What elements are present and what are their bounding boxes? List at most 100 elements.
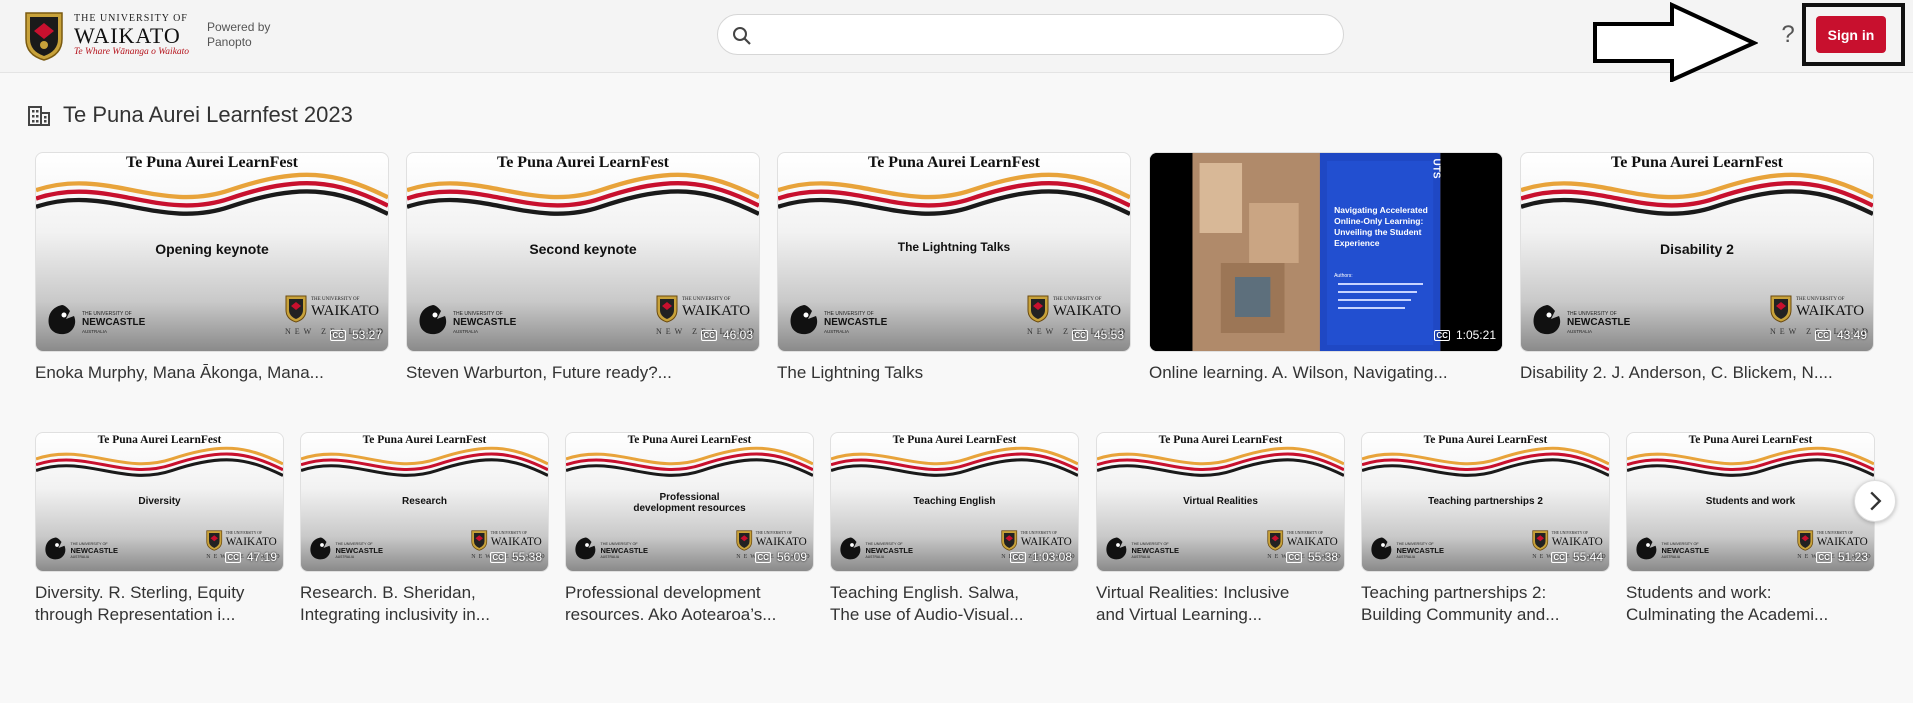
video-thumbnail[interactable]: Te Puna Aurei LearnFest Opening keynote T… xyxy=(35,152,389,352)
video-thumbnail[interactable]: Te Puna Aurei LearnFest Virtual Realities… xyxy=(1096,432,1345,572)
duration-badge: CC 1:05:21 xyxy=(1434,328,1496,342)
session-label: Disability 2 xyxy=(1660,241,1734,257)
video-thumbnail[interactable]: UTS Navigating Accelerated Online-Only Le… xyxy=(1149,152,1503,352)
video-title-link[interactable]: Research. B. Sheridan, Integrating inclu… xyxy=(300,582,549,626)
closed-captions-icon: CC xyxy=(1434,330,1450,341)
video-title-link[interactable]: Professional development resources. Ako … xyxy=(565,582,814,626)
video-title-link[interactable]: Enoka Murphy, Mana Ākonga, Mana... xyxy=(35,362,389,384)
video-title-link[interactable]: Students and work: Culminating the Acade… xyxy=(1626,582,1875,626)
closed-captions-icon: CC xyxy=(330,330,346,341)
duration-badge: CC 55:38 xyxy=(490,550,542,564)
video-card[interactable]: Te Puna Aurei LearnFest Disability 2 THE … xyxy=(1520,152,1874,384)
session-label: Professional development resources xyxy=(633,491,746,515)
video-thumbnail[interactable]: Te Puna Aurei LearnFest Students and work… xyxy=(1626,432,1875,572)
chevron-right-icon xyxy=(1870,491,1882,511)
duration-text: 51:23 xyxy=(1837,550,1868,564)
video-thumbnail[interactable]: Te Puna Aurei LearnFest Professional deve… xyxy=(565,432,814,572)
video-thumbnail[interactable]: Te Puna Aurei LearnFest The Lightning Tal… xyxy=(777,152,1131,352)
duration-text: 53:27 xyxy=(351,328,382,342)
video-title-link[interactable]: Diversity. R. Sterling, Equity through R… xyxy=(35,582,284,626)
duration-text: 55:44 xyxy=(1572,550,1603,564)
video-card[interactable]: Te Puna Aurei LearnFest The Lightning Tal… xyxy=(777,152,1131,384)
video-title-link[interactable]: Teaching partnerships 2: Building Commun… xyxy=(1361,582,1610,626)
duration-text: 47:19 xyxy=(246,550,277,564)
annotation-arrow-icon xyxy=(1593,2,1758,82)
video-thumbnail[interactable]: Te Puna Aurei LearnFest Research THE UNIV… xyxy=(300,432,549,572)
learnfest-title: Te Puna Aurei LearnFest xyxy=(1423,434,1548,446)
uts-logo-text: UTS xyxy=(1430,158,1442,179)
duration-badge: CC 55:44 xyxy=(1551,550,1603,564)
duration-text: 55:38 xyxy=(511,550,542,564)
session-label: Diversity xyxy=(138,496,181,507)
video-thumbnail[interactable]: Te Puna Aurei LearnFest Teaching partners… xyxy=(1361,432,1610,572)
duration-badge: CC 1:03:08 xyxy=(1010,550,1072,564)
slide-author-line xyxy=(1337,307,1405,309)
session-label: Research xyxy=(401,496,448,507)
waikato-crest-icon xyxy=(25,12,63,61)
building-icon xyxy=(28,106,50,126)
closed-captions-icon: CC xyxy=(755,552,771,563)
video-card[interactable]: Te Puna Aurei LearnFest Professional deve… xyxy=(565,432,814,626)
search-bar[interactable] xyxy=(717,14,1344,55)
video-card[interactable]: Te Puna Aurei LearnFest Second keynote TH… xyxy=(406,152,760,384)
slide-author-line xyxy=(1337,299,1411,301)
sign-in-button[interactable]: Sign in xyxy=(1816,16,1886,53)
session-label: Students and work xyxy=(1705,496,1796,507)
next-page-button[interactable] xyxy=(1854,480,1896,522)
duration-text: 1:03:08 xyxy=(1031,550,1072,564)
duration-text: 46:03 xyxy=(722,328,753,342)
video-title-link[interactable]: Virtual Realities: Inclusive and Virtual… xyxy=(1096,582,1345,626)
video-card[interactable]: Te Puna Aurei LearnFest Teaching English … xyxy=(830,432,1079,626)
closed-captions-icon: CC xyxy=(1072,330,1088,341)
session-label: Opening keynote xyxy=(155,241,269,257)
session-label: Teaching English xyxy=(913,496,996,507)
folder-title: Te Puna Aurei Learnfest 2023 xyxy=(63,102,353,127)
session-label: Teaching partnerships 2 xyxy=(1428,496,1543,507)
duration-badge: CC 47:19 xyxy=(225,550,277,564)
logo-waikato: WAIKATO xyxy=(74,23,181,48)
duration-text: 55:38 xyxy=(1307,550,1338,564)
powered-by-panopto: Powered by Panopto xyxy=(207,20,271,49)
learnfest-title: Te Puna Aurei LearnFest xyxy=(125,154,298,171)
video-thumbnail[interactable]: Te Puna Aurei LearnFest Disability 2 THE … xyxy=(1520,152,1874,352)
slide-author-line xyxy=(1337,291,1417,293)
video-title-link[interactable]: Steven Warburton, Future ready?... xyxy=(406,362,760,384)
video-thumbnail[interactable]: Te Puna Aurei LearnFest Second keynote TH… xyxy=(406,152,760,352)
duration-text: 45:53 xyxy=(1093,328,1124,342)
video-title-link[interactable]: Teaching English. Salwa, The use of Audi… xyxy=(830,582,1079,626)
video-thumbnail[interactable]: Te Puna Aurei LearnFest Teaching English … xyxy=(830,432,1079,572)
duration-text: 43:49 xyxy=(1836,328,1867,342)
top-bar: THE UNIVERSITY OF WAIKATO Te Whare Wānan… xyxy=(0,0,1913,82)
search-input[interactable] xyxy=(762,21,1322,49)
learnfest-title: Te Puna Aurei LearnFest xyxy=(1688,434,1813,446)
video-card[interactable]: Te Puna Aurei LearnFest Students and work… xyxy=(1626,432,1875,626)
duration-text: 56:09 xyxy=(776,550,807,564)
learnfest-title: Te Puna Aurei LearnFest xyxy=(97,434,222,446)
video-title-link[interactable]: The Lightning Talks xyxy=(777,362,1131,384)
video-card[interactable]: UTS Navigating Accelerated Online-Only Le… xyxy=(1149,152,1503,384)
duration-badge: CC 43:49 xyxy=(1815,328,1867,342)
search-icon xyxy=(733,27,751,45)
video-card[interactable]: Te Puna Aurei LearnFest Opening keynote T… xyxy=(35,152,389,384)
video-title-link[interactable]: Disability 2. J. Anderson, C. Blickem, N… xyxy=(1520,362,1874,384)
duration-badge: CC 46:03 xyxy=(701,328,753,342)
video-title-link[interactable]: Online learning. A. Wilson, Navigating..… xyxy=(1149,362,1503,384)
duration-badge: CC 53:27 xyxy=(330,328,382,342)
closed-captions-icon: CC xyxy=(1816,552,1832,563)
learnfest-title: Te Puna Aurei LearnFest xyxy=(1158,434,1283,446)
session-label: Second keynote xyxy=(529,241,637,257)
learnfest-title: Te Puna Aurei LearnFest xyxy=(496,154,669,171)
duration-badge: CC 56:09 xyxy=(755,550,807,564)
duration-text: 1:05:21 xyxy=(1455,328,1496,342)
session-label: The Lightning Talks xyxy=(897,240,1011,254)
help-button[interactable]: ? xyxy=(1776,20,1800,50)
video-card[interactable]: Te Puna Aurei LearnFest Teaching partners… xyxy=(1361,432,1610,626)
video-thumbnail[interactable]: Te Puna Aurei LearnFest Diversity THE UNI… xyxy=(35,432,284,572)
waikato-logo[interactable]: THE UNIVERSITY OF WAIKATO Te Whare Wānan… xyxy=(22,9,192,61)
closed-captions-icon: CC xyxy=(1010,552,1026,563)
duration-badge: CC 51:23 xyxy=(1816,550,1868,564)
video-card[interactable]: Te Puna Aurei LearnFest Virtual Realities… xyxy=(1096,432,1345,626)
closed-captions-icon: CC xyxy=(701,330,717,341)
video-card[interactable]: Te Puna Aurei LearnFest Diversity THE UNI… xyxy=(35,432,284,626)
video-card[interactable]: Te Puna Aurei LearnFest Research THE UNIV… xyxy=(300,432,549,626)
